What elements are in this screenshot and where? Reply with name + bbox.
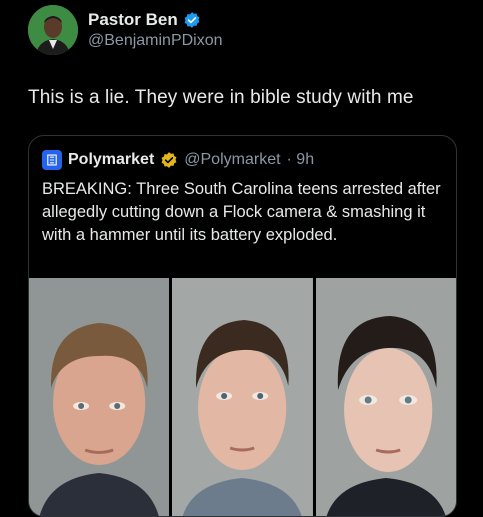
mugshot-photo-3[interactable] <box>315 278 456 516</box>
mugshot-photo-1[interactable] <box>29 278 170 516</box>
author-name-row[interactable]: Pastor Ben <box>88 10 201 30</box>
avatar-image <box>28 5 78 55</box>
polymarket-logo-icon[interactable] <box>42 150 62 170</box>
tweet-text: This is a lie. They were in bible study … <box>28 87 414 108</box>
verified-gold-icon <box>161 152 177 168</box>
mugshot-photo-2[interactable] <box>172 278 313 516</box>
quote-header: Polymarket @Polymarket · 9h <box>42 150 314 170</box>
quote-timestamp[interactable]: · 9h <box>287 151 315 169</box>
quote-author-name[interactable]: Polymarket <box>68 151 154 169</box>
quote-media[interactable] <box>29 278 456 516</box>
author-avatar[interactable] <box>28 5 78 55</box>
verified-blue-icon <box>184 12 200 28</box>
author-handle[interactable]: @BenjaminPDixon <box>88 32 223 50</box>
quote-author-handle[interactable]: @Polymarket <box>184 151 280 169</box>
quoted-tweet-card[interactable]: Polymarket @Polymarket · 9h BREAKING: Th… <box>28 135 457 517</box>
quote-text: BREAKING: Three South Carolina teens arr… <box>42 180 441 244</box>
author-name[interactable]: Pastor Ben <box>88 10 178 30</box>
